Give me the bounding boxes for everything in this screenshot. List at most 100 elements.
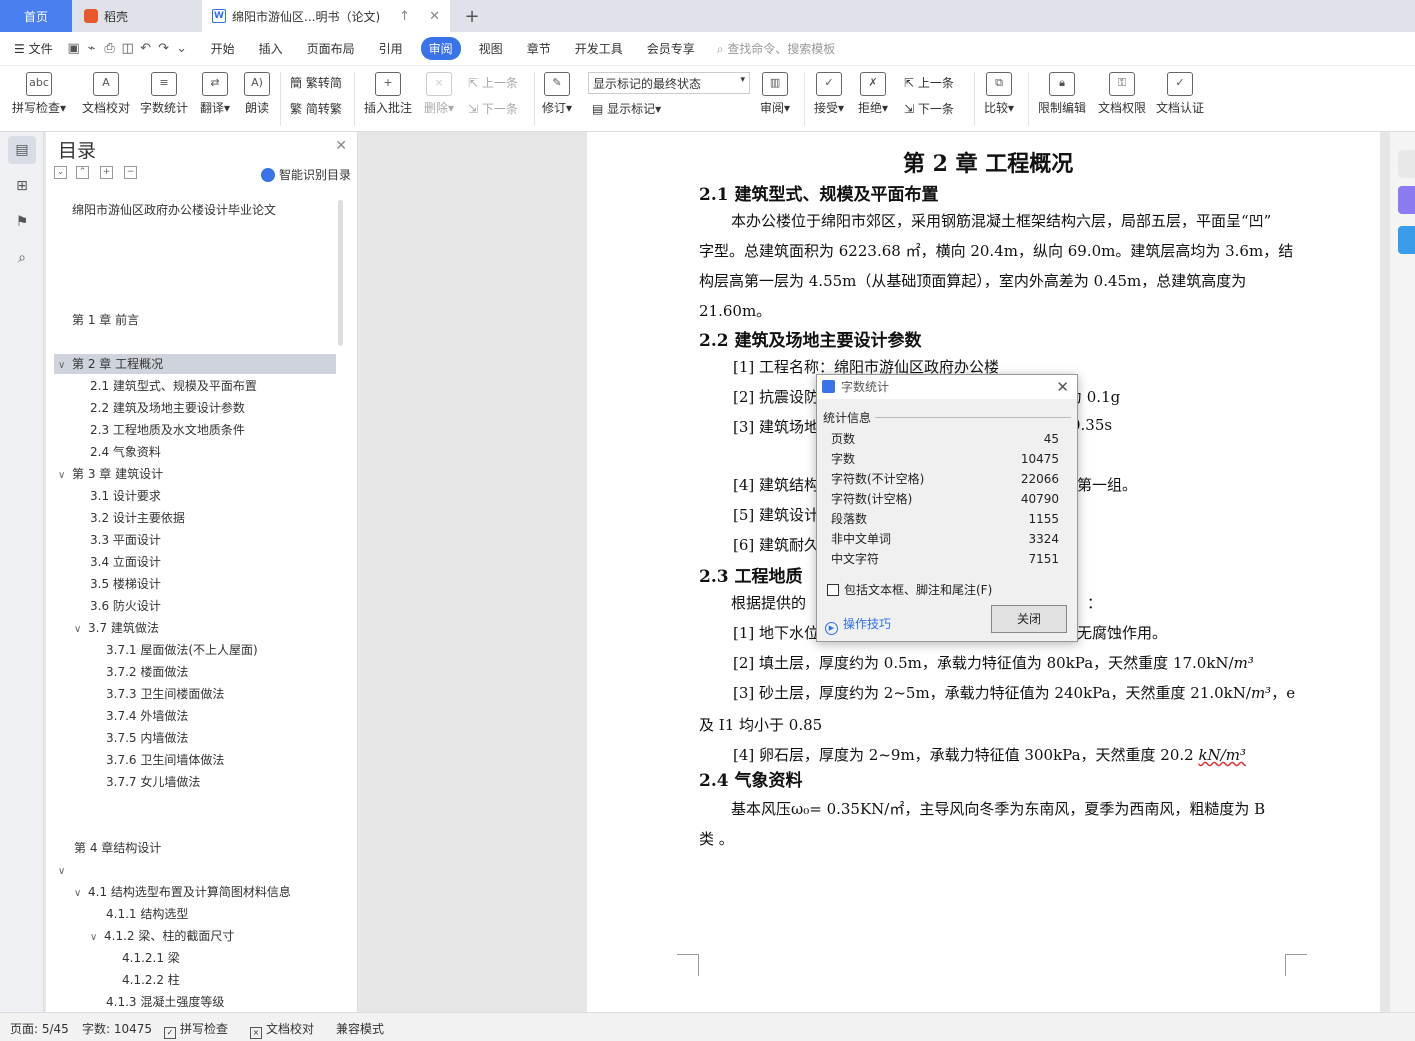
close-tab-icon[interactable]: ✕	[421, 9, 440, 24]
toc-item[interactable]: 3.7.5 内墙做法	[54, 728, 336, 748]
chevron-down-icon[interactable]: ∨	[58, 466, 72, 486]
close-icon[interactable]: ✕	[335, 138, 347, 154]
reject-button[interactable]: ✗ 拒绝▾	[858, 72, 888, 116]
toc-item[interactable]: 3.7.1 屋面做法(不上人屋面)	[54, 640, 336, 660]
next-comment-button[interactable]: ⇲ 下一条	[468, 100, 518, 117]
toc-item[interactable]: 4.1.3 混凝土强度等级	[54, 992, 336, 1012]
menu-item[interactable]: 审阅	[420, 37, 461, 60]
new-tab-button[interactable]: +	[458, 0, 486, 32]
toc-item[interactable]: 3.5 楼梯设计	[54, 574, 336, 594]
next-change-button[interactable]: ⇲ 下一条	[904, 100, 954, 117]
chevron-down-icon[interactable]: ∨	[90, 928, 104, 948]
bookmark-icon[interactable]: ⚑	[8, 208, 36, 236]
page-indicator[interactable]: 页面: 5/45	[10, 1020, 69, 1037]
translate-button[interactable]: ⇄ 翻译▾	[200, 72, 230, 116]
ai-tool-icon[interactable]	[1398, 186, 1415, 214]
t2s-button[interactable]: 簡 繁转简	[290, 74, 342, 91]
save-icon[interactable]: ▣	[65, 41, 83, 56]
restrict-editing-button[interactable]: 🔒︎ 限制编辑	[1038, 72, 1086, 116]
collapse-all-icon[interactable]: ⌄	[54, 166, 67, 179]
menu-item[interactable]: 开发工具	[563, 40, 635, 57]
menu-item[interactable]: 视图	[467, 40, 515, 57]
doc-check-button[interactable]: A 文档校对	[82, 72, 130, 116]
toc-item[interactable]: ∨ 第 3 章 建筑设计	[54, 464, 336, 484]
doc-check-status[interactable]: × 文档校对	[250, 1020, 314, 1039]
print-icon[interactable]: ⎙	[101, 41, 119, 56]
track-changes-button[interactable]: ✎ 修订▾	[542, 72, 572, 116]
toc-scrollbar[interactable]	[338, 200, 343, 346]
read-aloud-button[interactable]: A) 朗读	[244, 72, 270, 116]
toc-item[interactable]: ∨ 第 2 章 工程概况	[54, 354, 336, 374]
chevron-down-icon[interactable]: ∨	[58, 356, 72, 376]
insert-comment-button[interactable]: + 插入批注	[364, 72, 412, 116]
search-icon[interactable]: ⌕	[8, 244, 36, 272]
doc-permission-button[interactable]: ⚿ 文档权限	[1098, 72, 1146, 116]
toc-item[interactable]: 3.7.3 卫生间楼面做法	[54, 684, 336, 704]
menu-item[interactable]: 开始	[199, 40, 247, 57]
show-markup-button[interactable]: ▤ 显示标记▾	[592, 100, 661, 117]
tab-document[interactable]: W 绵阳市游仙区...明书（论文) ↑ ✕	[202, 0, 450, 32]
toc-item[interactable]: 3.7.4 外墙做法	[54, 706, 336, 726]
word-count-button[interactable]: ≡ 字数统计	[140, 72, 188, 116]
toc-item[interactable]: 2.3 工程地质及水文地质条件	[54, 420, 336, 440]
chevron-down-icon[interactable]: ∨	[74, 884, 88, 904]
include-textbox-checkbox[interactable]: 包括文本框、脚注和尾注(F)	[827, 581, 992, 598]
menu-item[interactable]: 页面布局	[295, 40, 367, 57]
toc-item[interactable]: ∨ 4.1 结构选型布置及计算简图材料信息	[54, 882, 336, 902]
undo-icon[interactable]: ↶	[137, 41, 155, 56]
toc-item[interactable]: 3.6 防火设计	[54, 596, 336, 616]
file-menu[interactable]: ☰ 文件	[0, 40, 65, 57]
prev-comment-button[interactable]: ⇱ 上一条	[468, 74, 518, 91]
toc-item[interactable]: ∨ 3.7 建筑做法	[54, 618, 336, 638]
menu-item[interactable]: 会员专享	[635, 40, 707, 57]
tab-home[interactable]: 首页	[0, 0, 72, 32]
toc-item[interactable]: 4.1.2.1 梁	[54, 948, 336, 968]
menu-item[interactable]: 插入	[247, 40, 295, 57]
side-tool-icon[interactable]	[1398, 150, 1415, 178]
checkbox-box[interactable]	[827, 584, 839, 596]
markup-state-select[interactable]: 显示标记的最终状态 ▾	[588, 72, 750, 94]
menu-item[interactable]: 引用	[367, 40, 415, 57]
toc-item[interactable]: ∨ 4.1.2 梁、柱的截面尺寸	[54, 926, 336, 946]
more-icon[interactable]: ⌄	[173, 41, 191, 56]
toc-item[interactable]: ∨	[54, 860, 336, 880]
toc-item[interactable]: 3.7.2 楼面做法	[54, 662, 336, 682]
toc-item[interactable]: 4.1.1 结构选型	[54, 904, 336, 924]
format-painter-icon[interactable]: ⌁	[83, 41, 101, 56]
smart-toc-button[interactable]: 智能识别目录	[260, 166, 351, 183]
toc-icon[interactable]: ▤	[8, 136, 36, 164]
toc-item[interactable]: 3.7.6 卫生间墙体做法	[54, 750, 336, 770]
toc-item[interactable]: 3.3 平面设计	[54, 530, 336, 550]
toc-item[interactable]: 3.7.7 女儿墙做法	[54, 772, 336, 792]
redo-icon[interactable]: ↷	[155, 41, 173, 56]
toc-item[interactable]: 3.4 立面设计	[54, 552, 336, 572]
toc-item[interactable]: 第 1 章 前言	[54, 310, 336, 330]
spell-check-status[interactable]: ✓ 拼写检查	[164, 1020, 228, 1039]
delete-comment-button[interactable]: × 删除▾	[424, 72, 454, 116]
toc-item[interactable]: 2.4 气象资料	[54, 442, 336, 462]
tips-link[interactable]: ▶ 操作技巧	[825, 615, 891, 635]
expand-up-icon[interactable]: ⌃	[76, 166, 89, 179]
dialog-titlebar[interactable]: 字数统计	[817, 375, 1077, 399]
toc-item[interactable]: 3.2 设计主要依据	[54, 508, 336, 528]
toc-item[interactable]: 2.2 建筑及场地主要设计参数	[54, 398, 336, 418]
remove-heading-icon[interactable]: −	[124, 166, 137, 179]
toc-item[interactable]: 绵阳市游仙区政府办公楼设计毕业论文	[54, 200, 336, 220]
doc-tool-icon[interactable]	[1398, 226, 1415, 254]
nav-pane-icon[interactable]: ⊞	[8, 172, 36, 200]
word-count-indicator[interactable]: 字数: 10475	[82, 1020, 152, 1037]
toc-item[interactable]: 第 4 章结构设计	[54, 838, 336, 858]
spell-check-button[interactable]: abc 拼写检查▾	[12, 72, 66, 116]
close-icon[interactable]: ✕	[1056, 378, 1069, 396]
doc-certify-button[interactable]: ✓ 文档认证	[1156, 72, 1204, 116]
accept-button[interactable]: ✓ 接受▾	[814, 72, 844, 116]
menu-item[interactable]: 章节	[515, 40, 563, 57]
compare-button[interactable]: ⧉ 比较▾	[984, 72, 1014, 116]
print-preview-icon[interactable]: ◫	[119, 41, 137, 56]
chevron-down-icon[interactable]: ∨	[74, 620, 88, 640]
tab-daoke[interactable]: 稻壳	[74, 0, 200, 32]
pin-icon[interactable]: ↑	[391, 9, 410, 24]
toc-item[interactable]: 2.1 建筑型式、规模及平面布置	[54, 376, 336, 396]
close-button[interactable]: 关闭	[991, 605, 1067, 633]
s2t-button[interactable]: 繁 简转繁	[290, 100, 342, 117]
